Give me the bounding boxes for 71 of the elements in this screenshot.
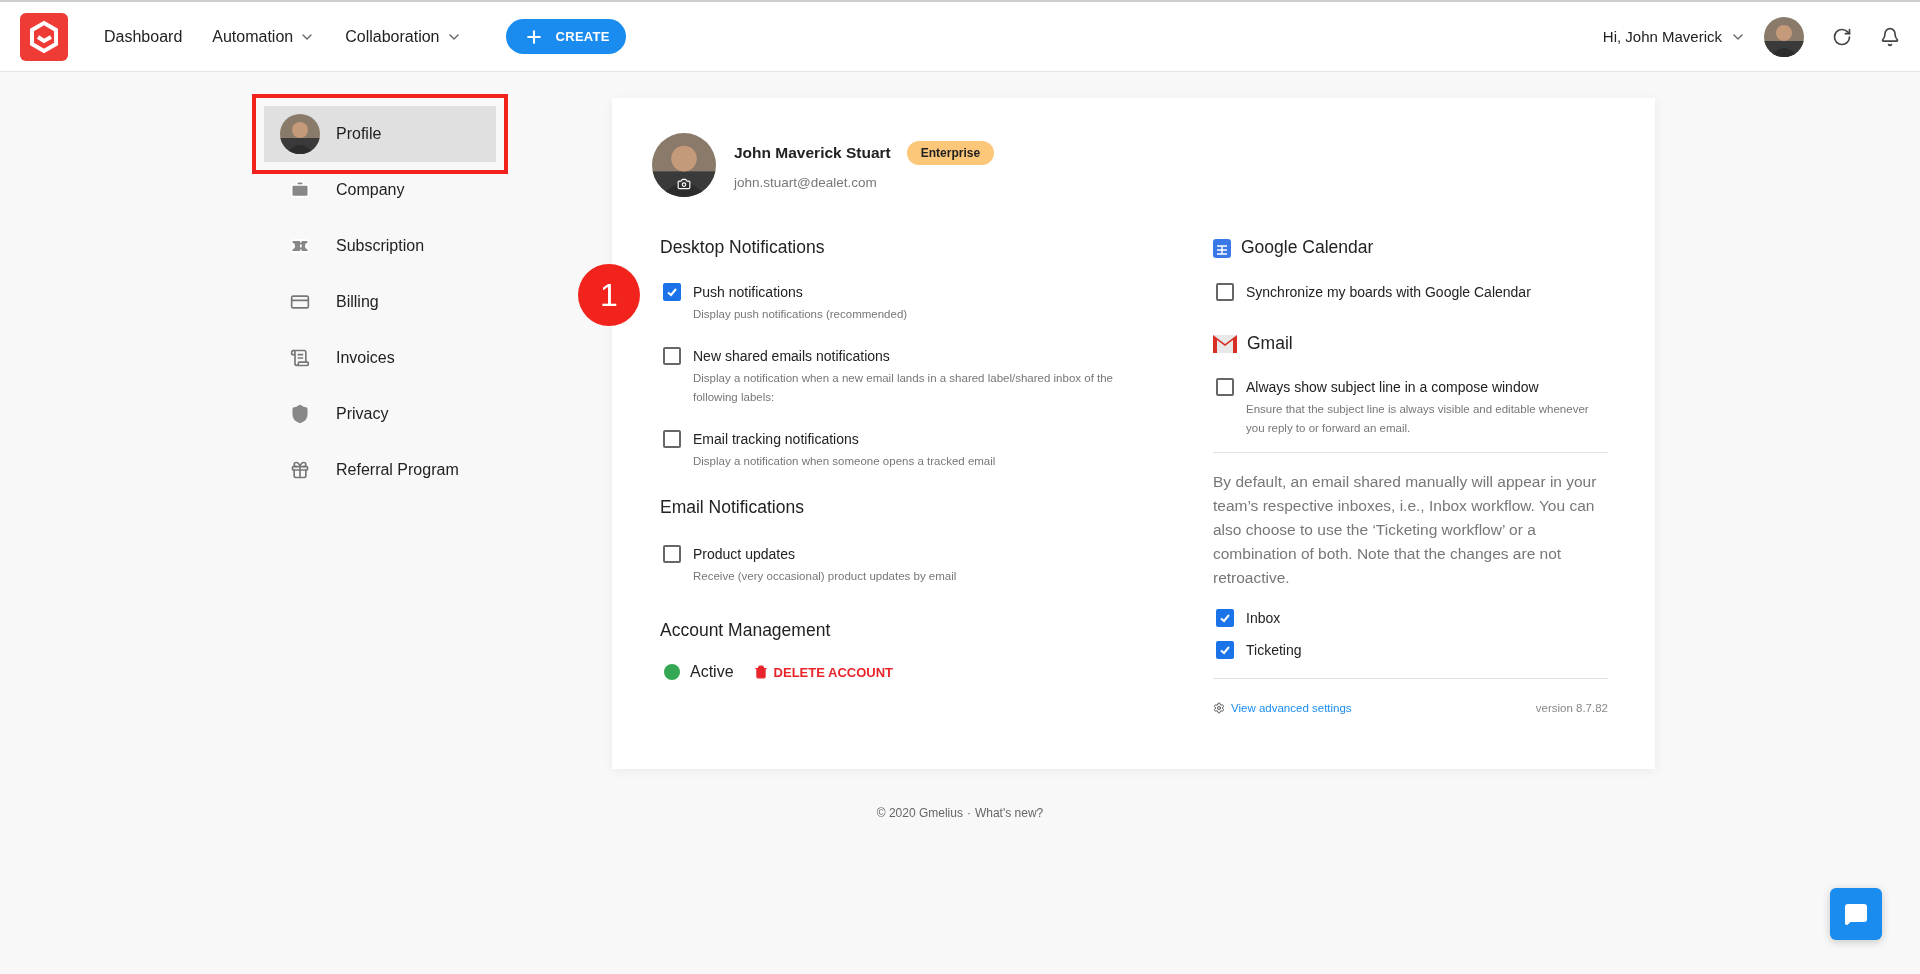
profile-email: john.stuart@dealet.com xyxy=(734,174,878,190)
option-label: Email tracking notifications xyxy=(693,430,860,449)
checkbox[interactable] xyxy=(1216,641,1234,659)
option-label: Push notifications xyxy=(693,283,804,302)
option-description: Display a notification when a new email lands in a shared label/shared inbox of the following labels: xyxy=(693,371,1114,405)
version-text: version 8.7.82 xyxy=(1535,702,1608,714)
sidebar-item[interactable]: Subscription xyxy=(264,218,496,274)
delete-account-button[interactable]: DELETE ACCOUNT xyxy=(753,664,893,680)
ticket-icon xyxy=(290,236,310,256)
logo-icon[interactable] xyxy=(20,12,68,61)
user-avatar-button[interactable] xyxy=(1764,16,1804,57)
option-label: New shared emails notifications xyxy=(693,347,891,366)
section-title: Gmail xyxy=(1247,333,1293,354)
option-description: Display push notifications (recommended) xyxy=(693,307,908,322)
notifications-icon[interactable] xyxy=(1880,26,1900,47)
checkbox[interactable] xyxy=(1216,609,1234,627)
option-label: Always show subject line in a compose window xyxy=(1246,378,1540,397)
trash-icon xyxy=(753,665,768,679)
checkmark-icon xyxy=(666,286,678,298)
profile-name: John Maverick Stuart xyxy=(734,143,891,162)
section-title: Desktop Notifications xyxy=(660,237,826,258)
section-title: Email Notifications xyxy=(660,497,805,518)
sidebar-item[interactable]: Company xyxy=(264,162,496,218)
sidebar-item[interactable]: Referral Program xyxy=(264,442,496,498)
sidebar-item[interactable]: Privacy xyxy=(264,386,496,442)
plan-badge: Enterprise xyxy=(906,140,995,165)
section-title: Google Calendar xyxy=(1241,237,1374,258)
copyright-text: © 2020 Gmelius xyxy=(876,806,963,820)
shield-icon xyxy=(290,404,310,424)
chat-button[interactable] xyxy=(1830,888,1882,940)
option-label: Ticketing xyxy=(1246,641,1302,660)
option-label: Synchronize my boards with Google Calendar xyxy=(1246,283,1531,302)
nav-link[interactable]: Collaboration xyxy=(345,27,462,46)
calendar-icon xyxy=(1213,237,1231,258)
mail-icon xyxy=(1213,334,1237,353)
chat-bubble-icon xyxy=(1844,902,1868,926)
receipt-icon xyxy=(290,348,310,368)
briefcase-icon xyxy=(290,180,310,200)
option-description: Display a notification when someone opens a tracked email xyxy=(693,454,996,469)
separator-text: · xyxy=(966,806,971,820)
nav-link[interactable]: Dashboard xyxy=(104,27,183,46)
option-label: Product updates xyxy=(693,545,796,564)
checkbox[interactable] xyxy=(663,545,681,563)
advanced-settings-link[interactable]: View advanced settings xyxy=(1213,702,1352,714)
status-text: Active xyxy=(690,663,734,681)
step-marker: 1 xyxy=(578,264,640,326)
avatar xyxy=(280,114,320,154)
user-menu[interactable]: Hi, John Maverick xyxy=(1602,28,1746,45)
section-title: Account Management xyxy=(660,620,832,641)
option-description: Ensure that the subject line is always visible and editable whenever you reply to or forward an email. xyxy=(1246,402,1590,436)
option-description: Receive (very occasional) product updates by email xyxy=(693,569,957,584)
refresh-icon[interactable] xyxy=(1832,26,1852,47)
checkmark-icon xyxy=(1219,612,1231,624)
option-label: Inbox xyxy=(1246,609,1281,628)
sidebar-item[interactable]: Billing xyxy=(264,274,496,330)
credit-card-icon xyxy=(290,292,310,312)
checkmark-icon xyxy=(1219,644,1231,656)
sidebar-item[interactable]: Profile xyxy=(264,106,496,162)
avatar xyxy=(1764,16,1804,57)
gift-icon xyxy=(290,460,310,480)
checkbox[interactable] xyxy=(1216,378,1234,396)
camera-icon[interactable] xyxy=(677,177,691,191)
checkbox[interactable] xyxy=(663,430,681,448)
whats-new-link[interactable]: What's new? xyxy=(974,806,1044,820)
settings-icon xyxy=(1213,702,1225,714)
sidebar-item[interactable]: Invoices xyxy=(264,330,496,386)
checkbox[interactable] xyxy=(663,347,681,365)
checkbox[interactable] xyxy=(663,283,681,301)
checkbox[interactable] xyxy=(1216,283,1234,301)
workflow-description: By default, an email shared manually will appear in your team’s respective inboxes, i.e., Inbox workflow. You can also choose to use the ‘Ticketing workflow’ or a combination of both. Note that the changes are not retroactive. xyxy=(1213,472,1598,588)
nav-link[interactable]: Automation xyxy=(212,27,316,46)
